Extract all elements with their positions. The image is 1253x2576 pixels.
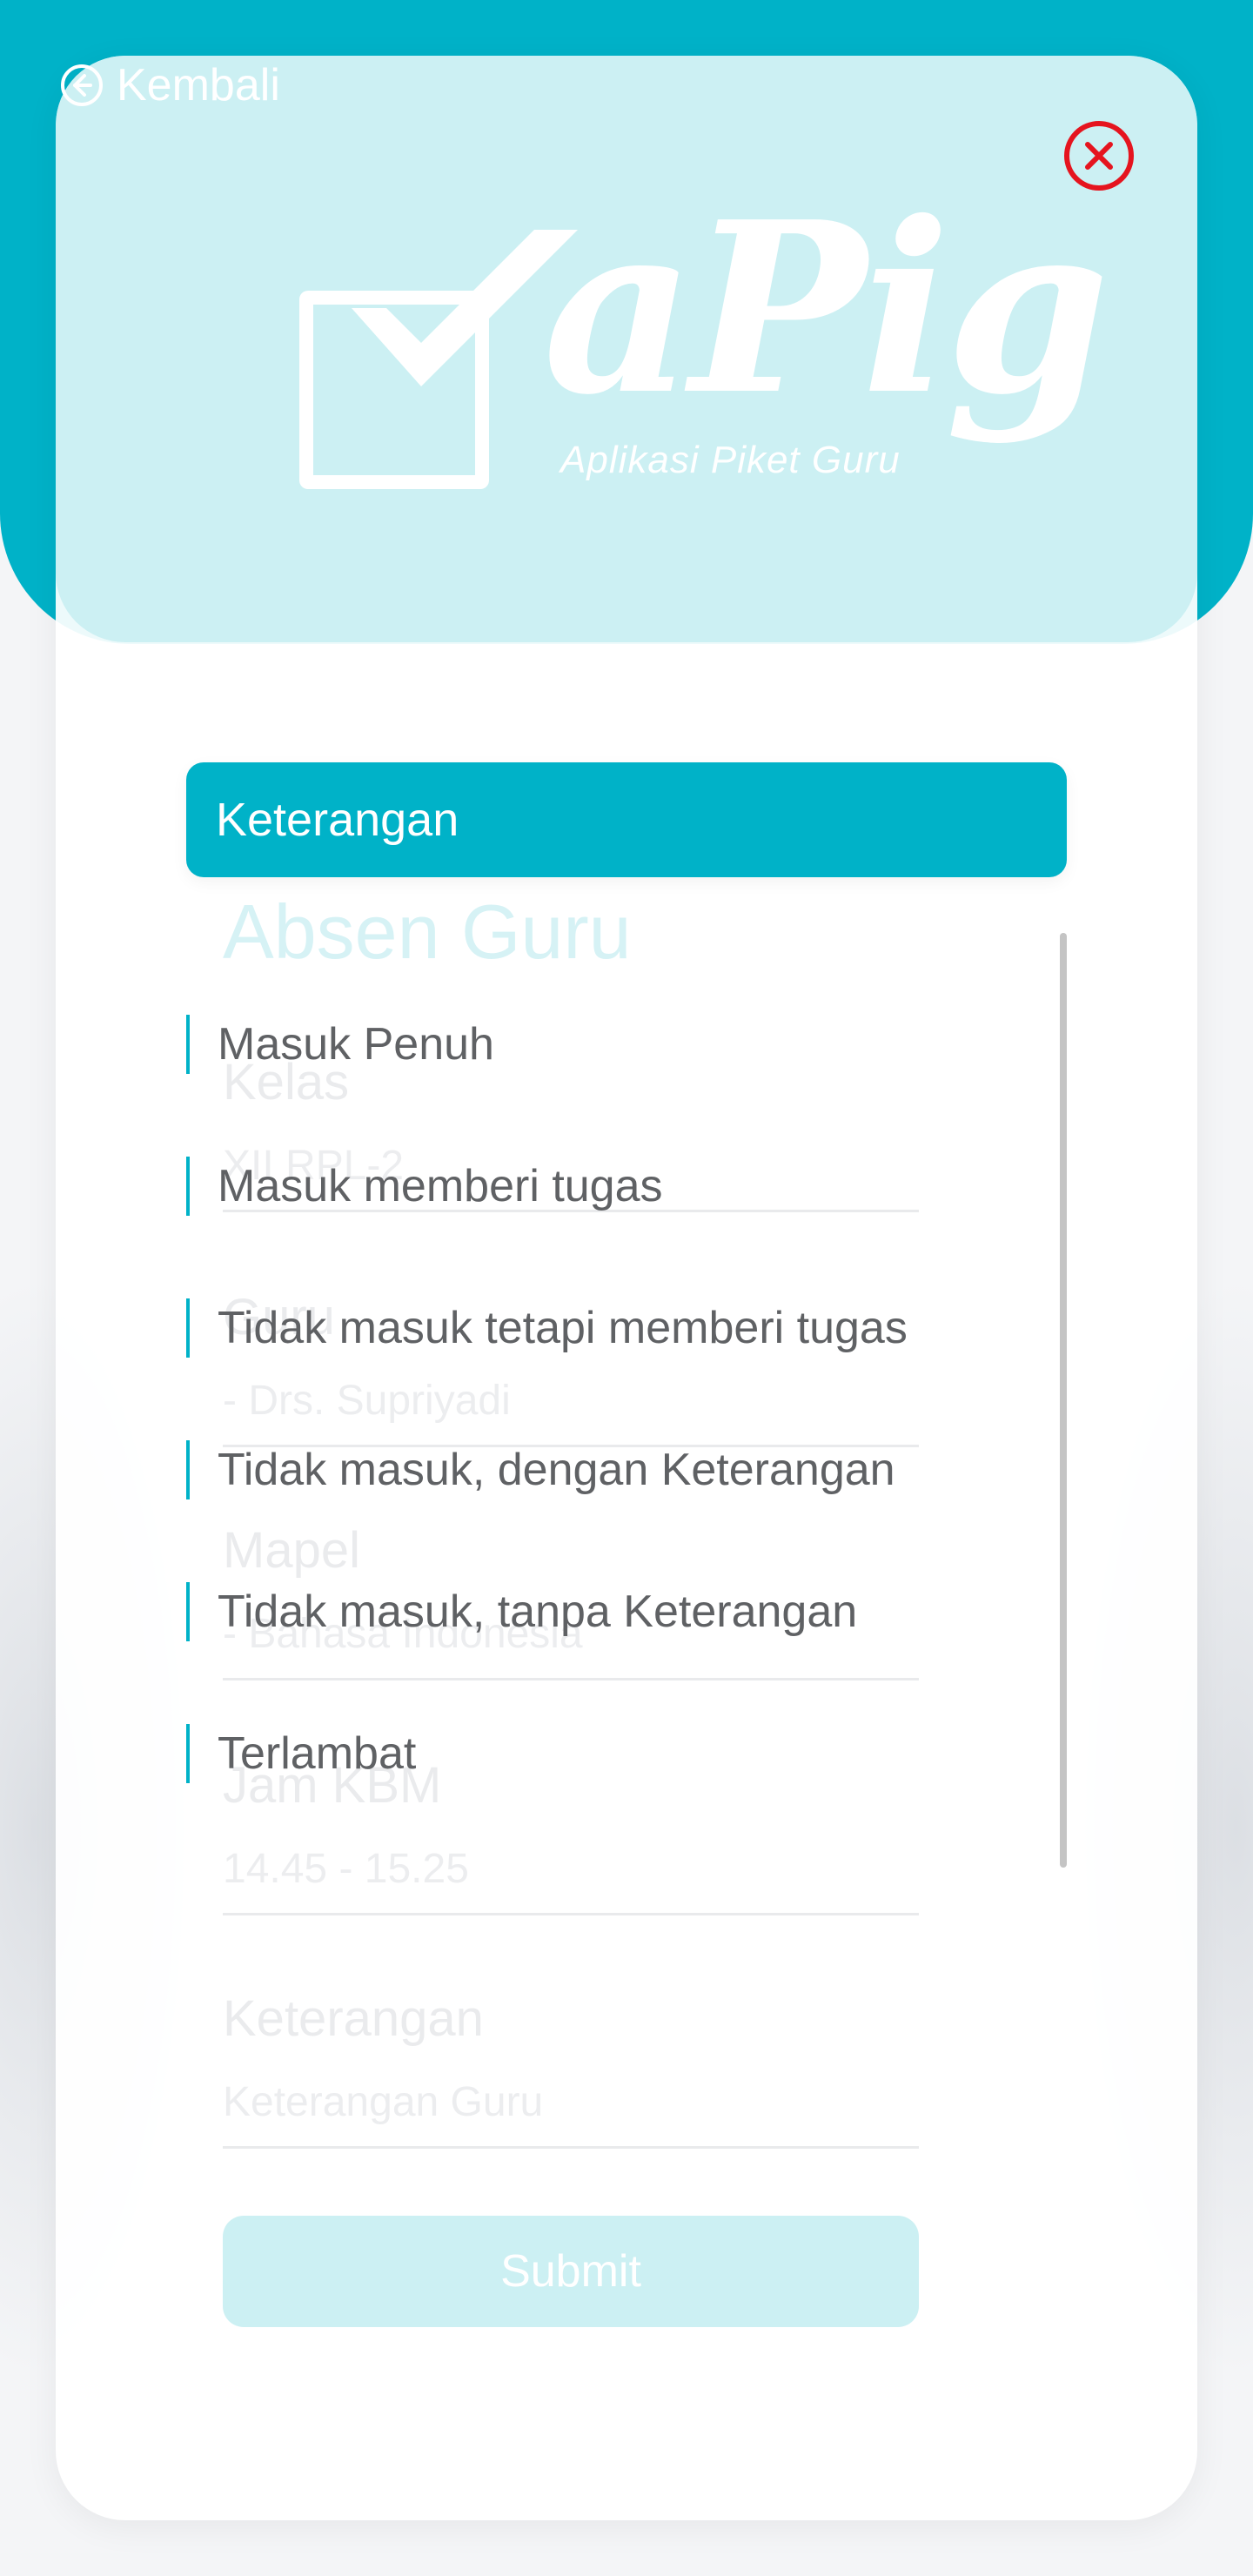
field-value: - Drs. Supriyadi <box>223 1378 511 1424</box>
dropdown-option[interactable]: Tidak masuk tetapi memberi tugas <box>186 1298 908 1358</box>
option-indicator <box>186 1015 190 1074</box>
field-label: Keterangan <box>223 1990 484 2047</box>
close-button[interactable] <box>1063 120 1135 191</box>
back-label: Kembali <box>117 60 280 111</box>
dropdown-option[interactable]: Tidak masuk, dengan Keterangan <box>186 1440 895 1499</box>
option-label: Masuk memberi tugas <box>218 1161 663 1211</box>
option-indicator <box>186 1298 190 1358</box>
field-keterangan[interactable]: Keterangan Keterangan Guru <box>223 1989 919 2181</box>
close-icon <box>1064 121 1134 191</box>
field-underline <box>223 2146 919 2149</box>
back-button[interactable]: Kembali <box>59 57 280 113</box>
dropdown-option[interactable]: Masuk Penuh <box>186 1015 494 1074</box>
submit-button[interactable]: Submit <box>223 2216 919 2327</box>
option-label: Terlambat <box>218 1728 417 1779</box>
dropdown-header[interactable]: Keterangan <box>186 762 1067 877</box>
form-title: Absen Guru <box>223 889 632 975</box>
field-kelas[interactable]: Kelas XII RPL-2 <box>223 1053 919 1244</box>
option-indicator <box>186 1582 190 1641</box>
logo-wordmark: aPig <box>543 170 1109 446</box>
option-indicator <box>186 1157 190 1216</box>
option-indicator <box>186 1440 190 1499</box>
field-underline <box>223 1913 919 1915</box>
dropdown-scrollbar[interactable] <box>1060 933 1067 1868</box>
dropdown-option[interactable]: Tidak masuk, tanpa Keterangan <box>186 1582 857 1641</box>
field-placeholder: Keterangan Guru <box>223 2079 544 2125</box>
apig-logo: aPig Aplikasi Piket Guru <box>282 178 1109 517</box>
modal-header: aPig Aplikasi Piket Guru <box>56 56 1197 642</box>
dropdown-option[interactable]: Masuk memberi tugas <box>186 1157 663 1216</box>
option-label: Tidak masuk, dengan Keterangan <box>218 1445 895 1495</box>
field-underline <box>223 1678 919 1680</box>
option-indicator <box>186 1724 190 1783</box>
field-label: Mapel <box>223 1522 360 1579</box>
option-label: Tidak masuk, tanpa Keterangan <box>218 1587 858 1637</box>
dropdown-option[interactable]: Terlambat <box>186 1724 416 1783</box>
back-arrow-icon <box>61 64 103 106</box>
field-value: 14.45 - 15.25 <box>223 1846 469 1892</box>
option-label: Masuk Penuh <box>218 1019 494 1070</box>
logo-tagline: Aplikasi Piket Guru <box>560 439 901 481</box>
option-label: Tidak masuk tetapi memberi tugas <box>218 1303 908 1353</box>
field-jam-kbm[interactable]: Jam KBM 14.45 - 15.25 <box>223 1756 919 1948</box>
